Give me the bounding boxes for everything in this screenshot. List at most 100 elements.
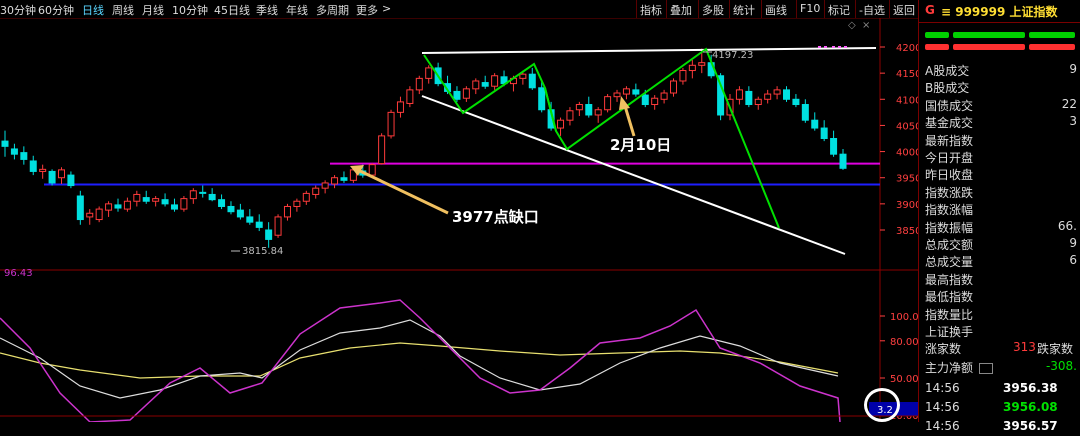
candlestick-chart[interactable]: 4200 4150 4100 4050 4000 3950 3900 3850 4197.23 3… [0,18,918,422]
panel-row-value: 6 [1069,253,1077,268]
candle-body [519,73,527,79]
candle-body [378,135,386,165]
price-tick-label: 3850 [896,226,918,237]
chart-toolbar: 30分钟 60分钟 日线 周线 月线 10分钟 45日线 季线 年线 多周期 更多 > 指标 叠加 多股统… [0,0,918,19]
candle-body [528,73,536,89]
period-tab-9[interactable]: 多周期 [316,2,349,18]
candle-body [255,221,263,228]
candle-body [218,199,226,207]
candle-body [792,98,800,106]
toolbar-divider [698,0,699,18]
tool-button-2[interactable]: 多股 [702,2,724,18]
period-tab-5[interactable]: 10分钟 [172,2,208,18]
low-label: 3815.84 [242,246,283,257]
panel-row: 总成交量 6 [925,253,1079,270]
candle-body [39,168,47,172]
candle-body [801,104,809,121]
candle-body [76,195,84,221]
marker-dot [832,46,835,48]
tool-button-5[interactable]: F10 [800,2,820,15]
tool-button-6[interactable]: 标记 [828,2,850,18]
panel-row-label: A股成交 [925,64,970,78]
osc-tick-label: 100.00 [890,312,918,323]
candle-body [86,212,94,218]
candle-body [48,170,56,184]
candle-body [594,109,602,116]
panel-row: 昨日收盘 [925,166,1079,183]
channel-bottom-line [421,95,846,255]
candle-body [566,110,574,121]
high-label: 4197.23 [712,50,753,61]
channel-top-line [421,47,877,54]
gap-annotation: 3977点缺口 [452,208,539,226]
toolbar-divider [636,0,637,18]
toolbar-divider [666,0,667,18]
panel-row-label: 最高指数 [925,272,974,287]
quote-panel: G ≡ 999999 上证指数 A股成交 9 B股成交 国债成交 22 基金成交 3 最新指数… [918,0,1080,433]
panel-row: 基金成交 3 [925,114,1079,131]
more-arrow-icon[interactable]: > [382,2,391,15]
tick-row: 14:56 3956.38 [925,381,1079,398]
candle-body [152,198,160,202]
tool-button-7[interactable]: -自选 [859,2,885,18]
candle-body [735,89,743,100]
tick-time: 14:56 [925,381,960,395]
period-tab-7[interactable]: 季线 [256,2,278,18]
panel-row: A股成交 9 [925,62,1079,79]
candle-body [575,104,583,111]
ratio-bar-bottom [925,44,1075,50]
marker-dot [838,46,841,48]
tool-button-8[interactable]: 返回 [893,2,915,18]
tick-row: 14:56 3956.08 [925,400,1079,417]
candle-body [340,177,348,181]
candle-body [764,93,772,100]
tool-button-0[interactable]: 指标 [640,2,662,18]
panel-row: 指数振幅 66. [925,219,1079,236]
panel-row-label: 基金成交 [925,116,974,131]
tick-price: 3956.57 [1003,419,1058,433]
tool-button-4[interactable]: 画线 [765,2,787,18]
period-tab-3[interactable]: 周线 [112,2,134,18]
candle-body [462,88,470,99]
period-tab-10[interactable]: 更多 [356,2,378,18]
tick-price: 3956.38 [1003,381,1058,395]
panel-row-label: 国债成交 [925,98,974,113]
trend-zigzag [423,47,780,229]
candle-body [170,204,178,210]
period-tab-6[interactable]: 45日线 [214,2,250,18]
candle-body [142,197,150,202]
candle-body [57,169,65,179]
price-tick-label: 3950 [896,174,918,185]
period-tab-1[interactable]: 60分钟 [38,2,74,18]
period-tab-2[interactable]: 日线 [82,2,104,18]
marker-dot [844,46,847,48]
period-tab-4[interactable]: 月线 [142,2,164,18]
gap-arrow-shaft [357,168,449,215]
candle-body [651,97,659,106]
candle-body [105,203,113,211]
panel-row: 指数涨幅 [925,201,1079,218]
toolbar-divider [889,0,890,18]
candle-body [820,127,828,139]
panel-row-label: 最低指数 [925,290,974,305]
panel-row-label: 总成交额 [925,238,974,252]
period-tab-0[interactable]: 30分钟 [0,2,36,18]
candle-body [180,198,188,210]
tool-button-3[interactable]: 统计 [733,2,755,18]
tool-button-1[interactable]: 叠加 [670,2,692,18]
candle-body [839,153,847,169]
candle-body [425,67,433,79]
date-arrow-head [619,96,630,110]
close-icon: × [862,20,870,31]
osc-value-label: 96.43 [4,268,33,279]
toolbar-divider [824,0,825,18]
candle-body [679,70,687,82]
candle-body [123,200,131,210]
period-tab-8[interactable]: 年线 [286,2,308,18]
panel-row: 最高指数 [925,271,1079,288]
osc-line-yellow [0,342,839,379]
up-count-label: 涨家数 [925,342,962,356]
flow-icon [979,363,993,374]
price-tick-label: 3900 [896,200,918,211]
panel-title: ≡ 999999 上证指数 [941,5,1058,19]
